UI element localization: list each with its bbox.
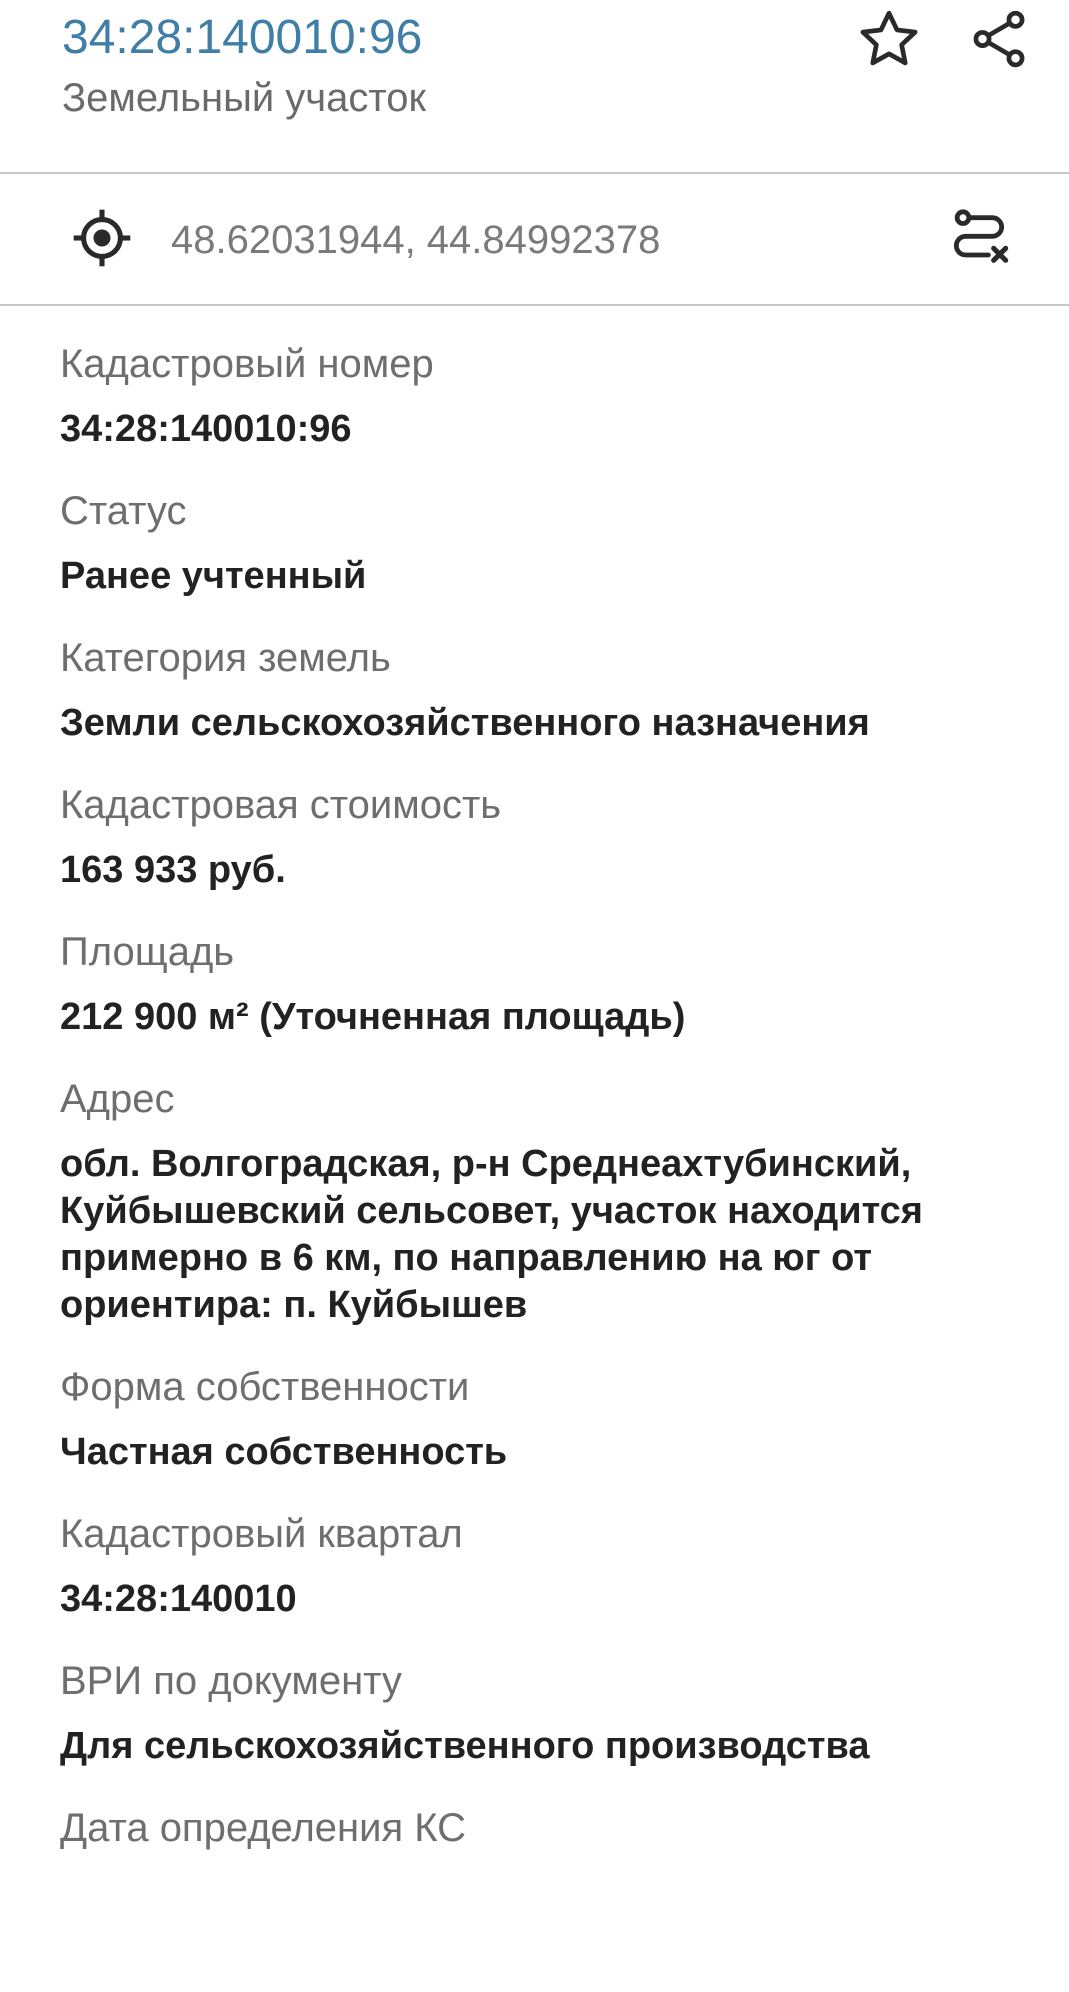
field-label: ВРИ по документу xyxy=(60,1659,402,1703)
share-icon xyxy=(973,10,1025,68)
field-value: 163 933 руб. xyxy=(60,849,286,891)
field-ownership-form: Форма собственности Частная собственност… xyxy=(0,1329,1069,1476)
field-value: обл. Волгоградская, р-н Среднеахтубински… xyxy=(60,1143,923,1326)
crosshair-icon xyxy=(73,209,131,267)
field-land-category: Категория земель Земли сельскохозяйствен… xyxy=(0,600,1069,747)
field-label: Адрес xyxy=(60,1077,175,1121)
route-button[interactable] xyxy=(944,204,1014,274)
locate-button[interactable] xyxy=(66,202,138,274)
field-value: 212 900 м² (Уточненная площадь) xyxy=(60,996,686,1038)
field-cadastral-quarter: Кадастровый квартал 34:28:140010 xyxy=(0,1476,1069,1623)
field-cv-date: Дата определения КС xyxy=(0,1770,1069,1852)
field-value: Для сельскохозяйственного производства xyxy=(60,1725,870,1767)
favorite-button[interactable] xyxy=(852,2,926,76)
field-cadastral-value: Кадастровая стоимость 163 933 руб. xyxy=(0,747,1069,894)
field-cadastral-number: Кадастровый номер 34:28:140010:96 xyxy=(0,306,1069,453)
field-label: Форма собственности xyxy=(60,1365,470,1409)
page-title: 34:28:140010:96 xyxy=(62,11,423,64)
field-label: Кадастровый квартал xyxy=(60,1512,463,1556)
field-value: Частная собственность xyxy=(60,1431,508,1473)
share-button[interactable] xyxy=(962,2,1036,76)
field-label: Статус xyxy=(60,489,187,533)
header: 34:28:140010:96 Земельный участок xyxy=(0,0,1069,174)
coordinates-text[interactable]: 48.62031944, 44.84992378 xyxy=(171,216,660,264)
coordinates-bar: 48.62031944, 44.84992378 xyxy=(0,174,1069,306)
field-value: 34:28:140010 xyxy=(60,1578,297,1620)
star-icon xyxy=(860,10,918,66)
field-area: Площадь 212 900 м² (Уточненная площадь) xyxy=(0,894,1069,1041)
field-label: Кадастровая стоимость xyxy=(60,783,502,827)
details-list: Кадастровый номер 34:28:140010:96 Статус… xyxy=(0,306,1069,1852)
field-label: Кадастровый номер xyxy=(60,342,434,386)
field-value: 34:28:140010:96 xyxy=(60,408,352,450)
field-status: Статус Ранее учтенный xyxy=(0,453,1069,600)
field-value: Ранее учтенный xyxy=(60,555,367,597)
field-address: Адрес обл. Волгоградская, р-н Среднеахту… xyxy=(0,1041,1069,1329)
field-label: Площадь xyxy=(60,930,235,974)
field-label: Категория земель xyxy=(60,636,391,680)
field-value: Земли сельскохозяйственного назначения xyxy=(60,702,870,744)
route-icon xyxy=(953,209,1009,263)
page-subtitle: Земельный участок xyxy=(62,76,427,120)
field-permitted-use: ВРИ по документу Для сельскохозяйственно… xyxy=(0,1623,1069,1770)
field-label: Дата определения КС xyxy=(60,1806,466,1850)
